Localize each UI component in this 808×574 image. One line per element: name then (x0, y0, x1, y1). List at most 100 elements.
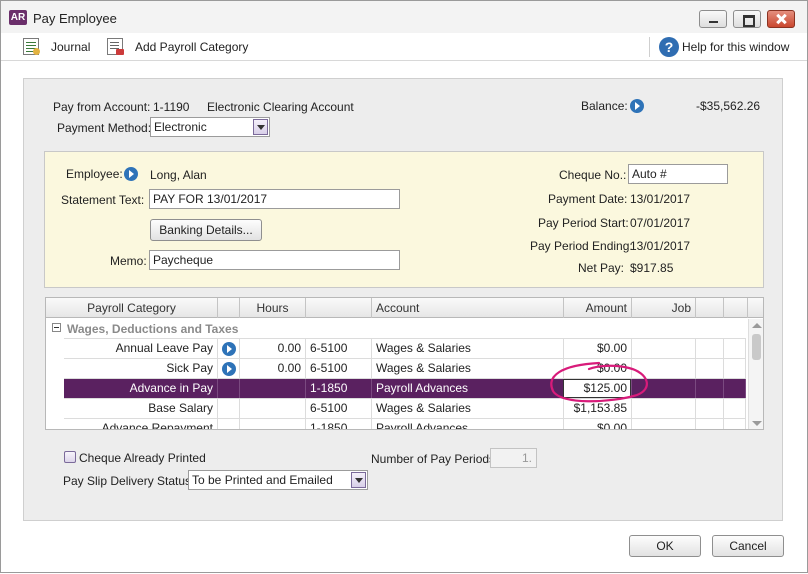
chevron-down-icon[interactable] (351, 472, 366, 488)
account-no-cell[interactable]: 1-1850 (306, 379, 372, 398)
memo-input[interactable]: Paycheque (149, 250, 400, 270)
pay-slip-delivery-value: To be Printed and Emailed (192, 473, 333, 487)
cheque-already-printed-checkbox[interactable] (64, 451, 76, 463)
row-detail-cell (218, 359, 240, 378)
add-payroll-category-button[interactable]: Add Payroll Category (135, 40, 248, 54)
employee-detail-arrow-icon[interactable] (124, 167, 138, 181)
minimize-button[interactable] (699, 10, 727, 28)
job-cell[interactable] (632, 359, 696, 378)
extra-cell (696, 399, 724, 418)
pay-from-account-number: 1-1190 (153, 100, 190, 114)
balance-detail-arrow-icon[interactable] (630, 99, 644, 113)
column-header-job[interactable]: Job (632, 298, 696, 318)
scroll-thumb[interactable] (752, 334, 761, 360)
payment-date-value[interactable]: 13/01/2017 (630, 192, 690, 206)
scroll-down-icon[interactable] (752, 421, 762, 426)
number-of-pay-periods-label: Number of Pay Periods: (371, 452, 499, 466)
column-header-account[interactable]: Account (372, 298, 564, 318)
account-name-cell: Wages & Salaries (372, 359, 564, 378)
amount-cell[interactable]: $1,153.85 (564, 399, 632, 418)
hours-cell[interactable] (240, 399, 306, 418)
hours-cell[interactable]: 0.00 (240, 339, 306, 358)
cheque-already-printed-label[interactable]: Cheque Already Printed (79, 451, 206, 465)
pay-slip-delivery-select[interactable]: To be Printed and Emailed (188, 470, 368, 490)
memo-label: Memo: (110, 254, 147, 268)
column-header-hours[interactable]: Hours (240, 298, 306, 318)
row-detail-arrow-icon[interactable] (222, 342, 236, 356)
journal-icon[interactable] (23, 38, 40, 55)
payment-date-label: Payment Date: (548, 192, 628, 206)
help-icon[interactable]: ? (659, 37, 679, 57)
balance-label: Balance: (581, 99, 628, 113)
row-detail-arrow-icon[interactable] (222, 362, 236, 376)
pay-period-ending-value[interactable]: 13/01/2017 (630, 239, 690, 253)
account-name-cell: Wages & Salaries (372, 339, 564, 358)
hours-cell[interactable] (240, 419, 306, 429)
chevron-down-icon[interactable] (253, 119, 268, 135)
statement-text-input[interactable]: PAY FOR 13/01/2017 (149, 189, 400, 209)
balance-value: -$35,562.26 (696, 99, 761, 113)
table-row[interactable]: Advance Repayment 1-1850 Payroll Advance… (64, 418, 746, 429)
table-row[interactable]: Sick Pay 0.00 6-5100 Wages & Salaries $0… (64, 358, 746, 378)
payment-method-select[interactable]: Electronic (150, 117, 270, 137)
table-row[interactable]: Annual Leave Pay 0.00 6-5100 Wages & Sal… (64, 338, 746, 358)
number-of-pay-periods-input: 1. (490, 448, 537, 468)
pay-employee-window: AR Pay Employee Journal Add Payroll Cate… (0, 0, 808, 573)
job-cell[interactable] (632, 339, 696, 358)
extra-cell (696, 419, 724, 429)
column-header-account-no (306, 298, 372, 318)
maximize-button[interactable] (733, 10, 761, 28)
account-no-cell[interactable]: 6-5100 (306, 339, 372, 358)
group-row[interactable]: Wages, Deductions and Taxes (46, 319, 746, 338)
extra-cell (696, 359, 724, 378)
pay-from-account-name: Electronic Clearing Account (207, 100, 354, 114)
table-scrollbar[interactable] (748, 319, 763, 429)
close-window-button[interactable] (767, 10, 795, 28)
collapse-icon[interactable] (52, 323, 61, 332)
column-header-extra-1 (696, 298, 724, 318)
amount-edit-input[interactable]: $125.00 (563, 379, 631, 398)
amount-cell[interactable]: $0.00 (564, 359, 632, 378)
row-detail-cell (218, 379, 240, 398)
job-cell[interactable] (632, 379, 696, 398)
table-row[interactable]: Base Salary 6-5100 Wages & Salaries $1,1… (64, 398, 746, 418)
column-header-amount[interactable]: Amount (564, 298, 632, 318)
job-cell[interactable] (632, 399, 696, 418)
pay-period-start-value[interactable]: 07/01/2017 (630, 216, 690, 230)
job-cell[interactable] (632, 419, 696, 429)
amount-cell[interactable]: $0.00 (564, 339, 632, 358)
pay-period-ending-label: Pay Period Ending: (530, 239, 633, 253)
net-pay-value: $917.85 (630, 261, 674, 275)
row-detail-cell (218, 399, 240, 418)
column-header-payroll-category[interactable]: Payroll Category (46, 298, 218, 318)
hours-cell[interactable] (240, 379, 306, 398)
add-payroll-category-icon[interactable] (107, 38, 124, 55)
banking-details-button[interactable]: Banking Details... (150, 219, 262, 241)
employee-value: Long, Alan (150, 168, 207, 182)
account-no-cell[interactable]: 6-5100 (306, 399, 372, 418)
cancel-button[interactable]: Cancel (712, 535, 784, 557)
extra-cell (696, 339, 724, 358)
title-bar: AR Pay Employee (1, 1, 807, 33)
account-no-cell[interactable]: 6-5100 (306, 359, 372, 378)
extra-cell (724, 399, 746, 418)
table-row-selected[interactable]: Advance in Pay 1-1850 Payroll Advances $… (64, 378, 746, 398)
payroll-category-cell: Advance Repayment (64, 419, 218, 429)
scroll-up-icon[interactable] (752, 323, 762, 328)
payroll-category-cell: Sick Pay (64, 359, 218, 378)
payment-method-label: Payment Method: (57, 121, 152, 135)
ok-button[interactable]: OK (629, 535, 701, 557)
toolbar-separator (649, 37, 650, 57)
cheque-no-input[interactable]: Auto # (628, 164, 728, 184)
employee-label: Employee: (66, 167, 123, 181)
help-button[interactable]: Help for this window (682, 40, 789, 54)
account-no-cell[interactable]: 1-1850 (306, 419, 372, 429)
journal-button[interactable]: Journal (51, 40, 90, 54)
group-label: Wages, Deductions and Taxes (67, 322, 239, 336)
payroll-category-cell: Advance in Pay (64, 379, 218, 398)
toolbar: Journal Add Payroll Category Help for th… (1, 33, 807, 61)
hours-cell[interactable]: 0.00 (240, 359, 306, 378)
account-name-cell: Wages & Salaries (372, 399, 564, 418)
column-header-extra-2 (724, 298, 748, 318)
amount-cell[interactable]: $0.00 (564, 419, 632, 429)
